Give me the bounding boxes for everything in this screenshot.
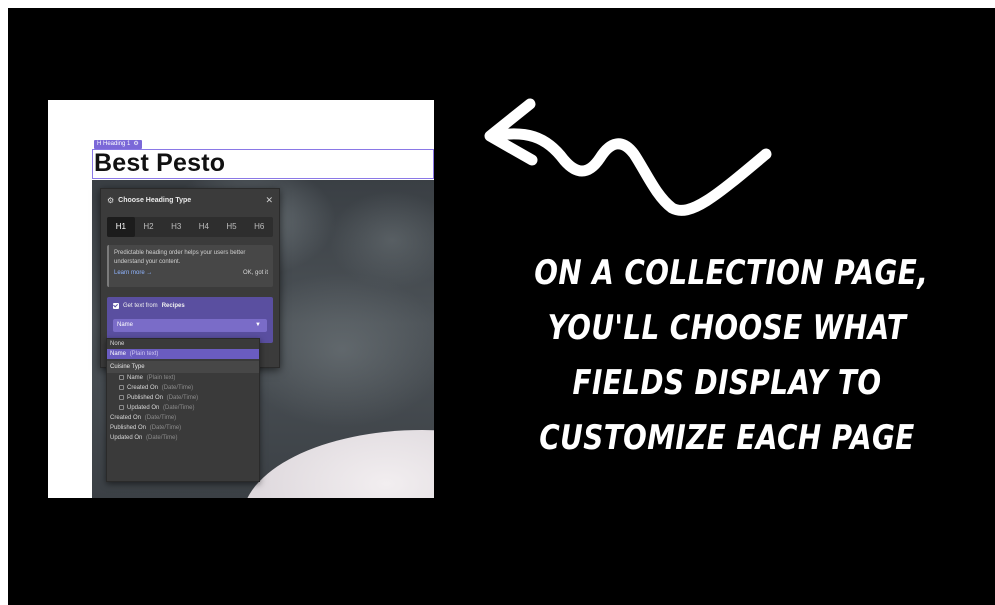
caption-line: ON A COLLECTION PAGE, [534,253,929,293]
dropdown-option[interactable]: Published On (Date/Time) [107,393,259,403]
panel-title: Choose Heading Type [118,196,192,204]
arrow-icon [484,98,772,216]
collection-name: Recipes [161,303,185,309]
tab-h4[interactable]: H4 [190,217,218,237]
dropdown-option[interactable]: Name (Plain text) [107,373,259,383]
get-text-from-row[interactable]: Get text from Recipes [113,301,267,311]
tab-h5[interactable]: H5 [218,217,246,237]
heading-order-tip: Predictable heading order helps your use… [107,245,273,287]
tab-h1[interactable]: H1 [107,217,135,237]
dropdown-option[interactable]: Created On (Date/Time) [107,413,259,423]
dropdown-option[interactable]: Name (Plain text) [107,349,259,359]
dropdown-option[interactable]: Created On (Date/Time) [107,383,259,393]
webflow-screenshot: H Heading 1 ⚙ Best Pesto ⚙ Choose Heading… [48,100,434,498]
tip-text: Predictable heading order helps your use… [114,250,246,265]
get-text-label: Get text from [123,303,158,309]
ok-got-it-button[interactable]: OK, got it [243,269,268,278]
caption-line: YOU'LL CHOOSE WHAT [547,308,907,348]
bowl-image [242,430,434,498]
heading-tag-label: H Heading 1 [97,141,131,147]
dropdown-group-header[interactable]: Cuisine Type [107,361,259,373]
tab-h6[interactable]: H6 [245,217,273,237]
page-heading[interactable]: Best Pesto [94,148,225,179]
tab-h3[interactable]: H3 [162,217,190,237]
caption-text: ON A COLLECTION PAGE, YOU'LL CHOOSE WHAT… [534,246,929,466]
dropdown-option[interactable]: Updated On (Date/Time) [107,433,259,443]
settings-icon[interactable]: ⚙ [133,141,138,147]
settings-icon: ⚙ [107,195,115,205]
dropdown-option[interactable]: None [107,339,259,349]
heading-level-tabs: H1 H2 H3 H4 H5 H6 [107,217,273,237]
close-icon[interactable]: ✕ [265,195,273,206]
tab-h2[interactable]: H2 [135,217,163,237]
panel-header: ⚙ Choose Heading Type ✕ [107,195,273,205]
caption-line: CUSTOMIZE EACH PAGE [539,418,915,458]
field-dropdown-list: None Name (Plain text) Cuisine Type Name… [106,338,260,482]
caption-line: FIELDS DISPLAY TO [572,363,882,403]
chevron-down-icon: ▼ [255,322,261,328]
field-select-value: Name [117,322,134,328]
dropdown-option[interactable]: Updated On (Date/Time) [107,403,259,413]
graphic-canvas: H Heading 1 ⚙ Best Pesto ⚙ Choose Heading… [8,8,995,605]
learn-more-link[interactable]: Learn more → [114,269,152,278]
field-select[interactable]: Name ▼ [113,319,267,332]
dropdown-option[interactable]: Published On (Date/Time) [107,423,259,433]
check-icon[interactable] [113,303,119,309]
collection-source-box: Get text from Recipes Name ▼ [107,297,273,343]
